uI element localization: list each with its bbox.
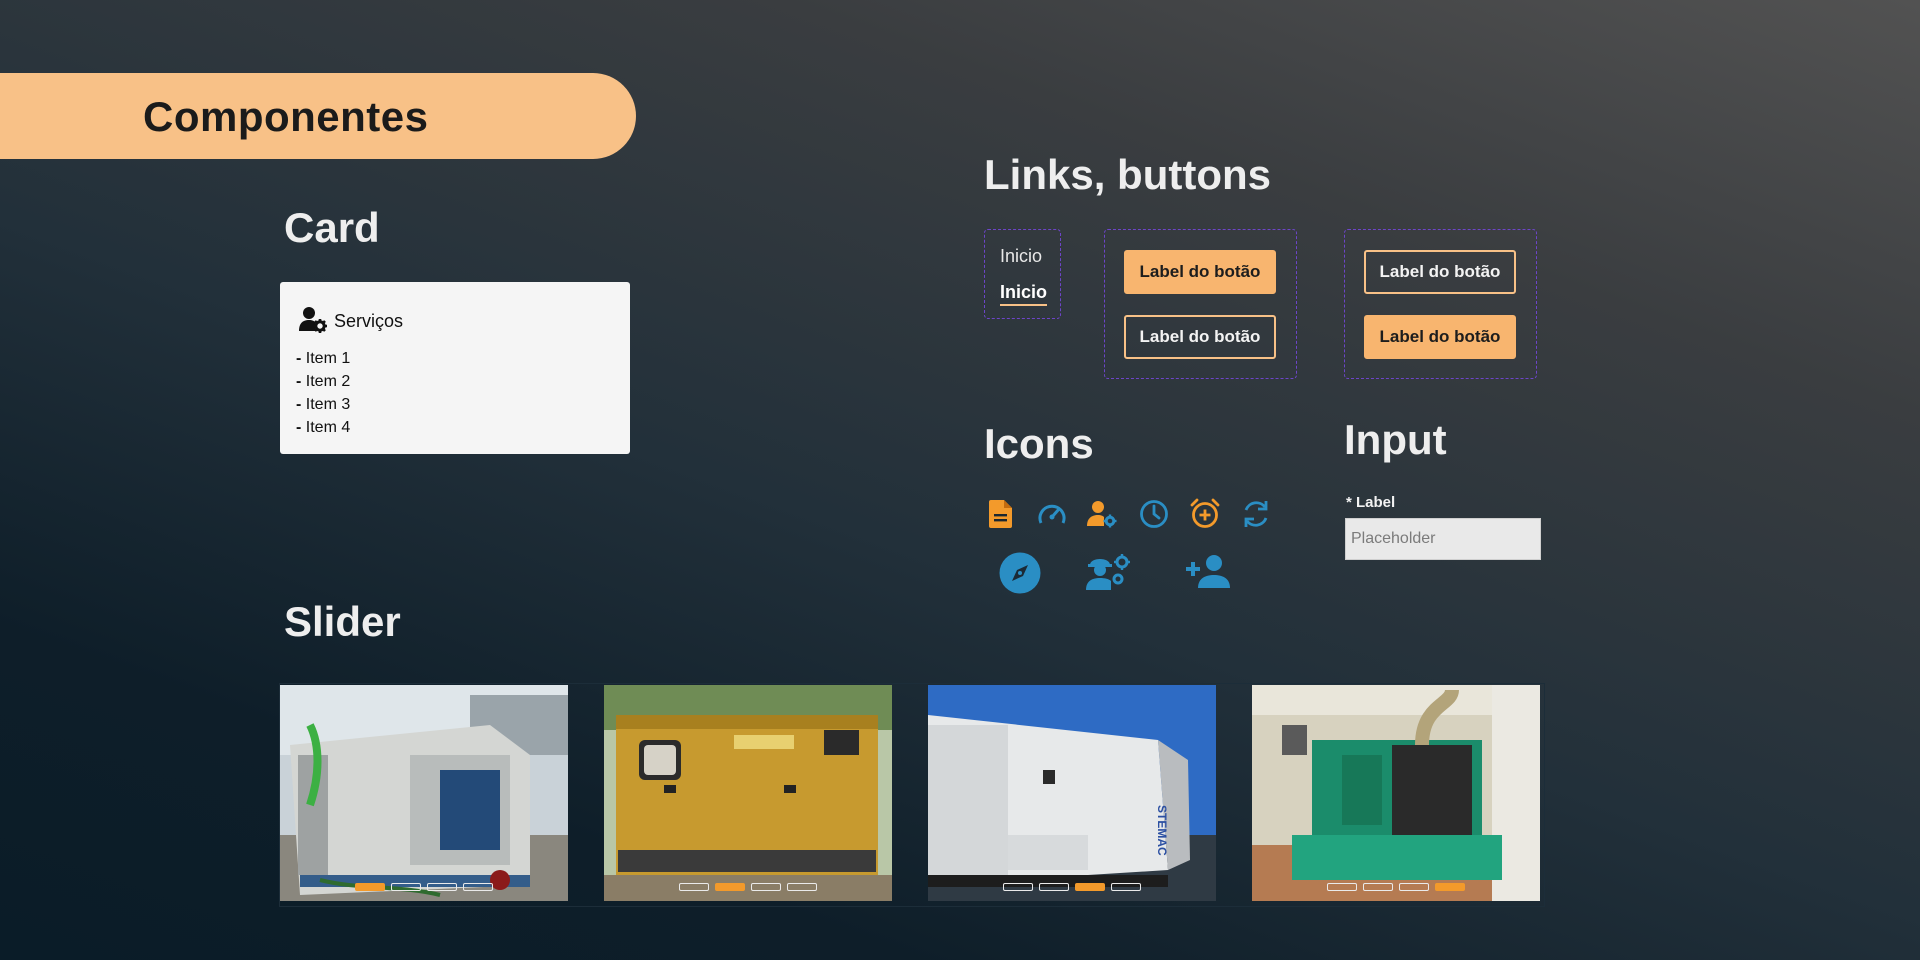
outline-button[interactable]: Label do botão bbox=[1364, 250, 1516, 294]
slider-dot[interactable] bbox=[715, 883, 745, 891]
slider-dot[interactable] bbox=[463, 883, 493, 891]
slider-dot[interactable] bbox=[1111, 883, 1141, 891]
slider-dot[interactable] bbox=[751, 883, 781, 891]
slider-dot[interactable] bbox=[679, 883, 709, 891]
slider-dot[interactable] bbox=[787, 883, 817, 891]
list-item: Item 3 bbox=[296, 393, 350, 416]
primary-button[interactable]: Label do botão bbox=[1124, 250, 1276, 294]
generator-photo bbox=[1252, 685, 1540, 901]
slider-dot[interactable] bbox=[391, 883, 421, 891]
links-section-title: Links, buttons bbox=[984, 151, 1271, 198]
card-item-list: Item 1 Item 2 Item 3 Item 4 bbox=[296, 347, 350, 439]
header-banner: Componentes bbox=[0, 73, 636, 159]
home-link-active[interactable]: Inicio bbox=[1000, 282, 1048, 306]
buttons-group-outline-first: Label do botão Label do botão bbox=[1344, 229, 1537, 379]
slider-dot[interactable] bbox=[1363, 883, 1393, 891]
list-item: Item 4 bbox=[296, 416, 350, 439]
slider-dots bbox=[604, 883, 892, 891]
card-header: Serviços bbox=[298, 304, 403, 339]
generator-photo: STEMAC bbox=[928, 685, 1216, 901]
card-section-title: Card bbox=[284, 204, 380, 251]
user-gear-icon bbox=[1087, 500, 1117, 533]
sync-icon bbox=[1241, 499, 1271, 534]
primary-button[interactable]: Label do botão bbox=[1364, 315, 1516, 359]
slide-image: STEMAC bbox=[928, 685, 1216, 901]
outline-button[interactable]: Label do botão bbox=[1124, 315, 1276, 359]
slider-dots bbox=[280, 883, 568, 891]
list-item: Item 2 bbox=[296, 370, 350, 393]
slide-image bbox=[280, 685, 568, 901]
slider-dot[interactable] bbox=[1039, 883, 1069, 891]
icons-section-title: Icons bbox=[984, 420, 1094, 467]
slider-dot[interactable] bbox=[1003, 883, 1033, 891]
buttons-group-primary-first: Label do botão Label do botão bbox=[1104, 229, 1297, 379]
card-title: Serviços bbox=[334, 311, 404, 331]
slider-dot[interactable] bbox=[427, 883, 457, 891]
compass-icon bbox=[999, 552, 1041, 599]
list-item: Item 1 bbox=[296, 347, 350, 370]
slide-image bbox=[604, 685, 892, 901]
slider-dot[interactable] bbox=[1075, 883, 1105, 891]
slide-image bbox=[1252, 685, 1540, 901]
clock-icon bbox=[1139, 499, 1169, 534]
generator-photo bbox=[280, 685, 568, 901]
service-card: Serviços Item 1 Item 2 Item 3 Item 4 bbox=[280, 282, 630, 454]
image-slider[interactable]: STEMAC bbox=[279, 683, 1545, 907]
speedometer-icon bbox=[1037, 501, 1067, 532]
user-gear-icon bbox=[298, 304, 328, 339]
worker-gear-icon bbox=[1085, 552, 1133, 597]
input-section-title: Input bbox=[1344, 416, 1447, 463]
input-label: * Label bbox=[1346, 494, 1396, 511]
links-group: Inicio Inicio bbox=[984, 229, 1061, 319]
svg-text:STEMAC: STEMAC bbox=[1155, 805, 1169, 856]
slider-dot[interactable] bbox=[1435, 883, 1465, 891]
text-input[interactable] bbox=[1345, 518, 1541, 560]
home-link[interactable]: Inicio bbox=[1000, 246, 1042, 267]
slider-dots bbox=[1252, 883, 1540, 891]
file-icon bbox=[987, 499, 1015, 534]
slider-dot[interactable] bbox=[355, 883, 385, 891]
add-user-icon bbox=[1186, 554, 1234, 595]
page-title: Componentes bbox=[143, 93, 429, 140]
slider-dot[interactable] bbox=[1399, 883, 1429, 891]
alarm-add-icon bbox=[1190, 498, 1220, 534]
slider-dots bbox=[928, 883, 1216, 891]
generator-photo bbox=[604, 685, 892, 901]
slider-section-title: Slider bbox=[284, 598, 401, 645]
slider-dot[interactable] bbox=[1327, 883, 1357, 891]
